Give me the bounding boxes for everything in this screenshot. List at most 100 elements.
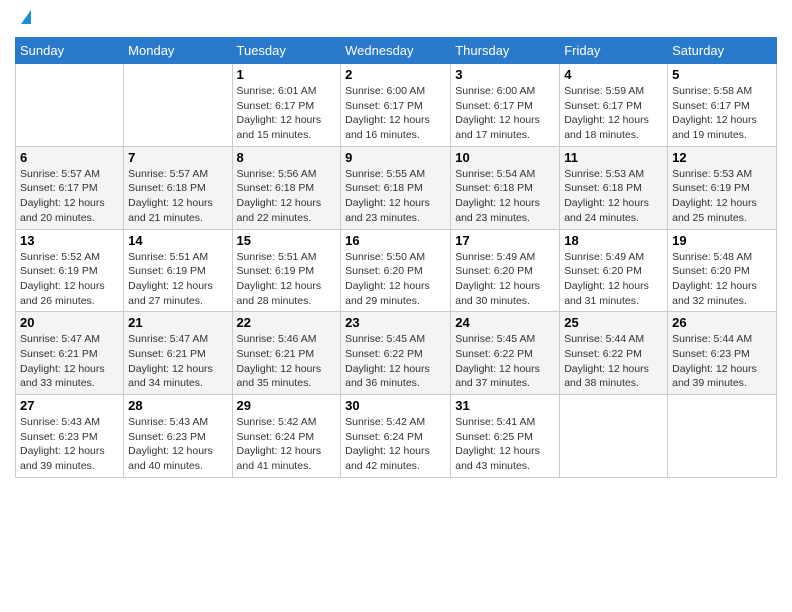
calendar-cell: 13 Sunrise: 5:52 AMSunset: 6:19 PMDayligh…: [16, 229, 124, 312]
day-number: 24: [455, 315, 555, 330]
header: [15, 10, 777, 29]
calendar-cell: 27 Sunrise: 5:43 AMSunset: 6:23 PMDayligh…: [16, 395, 124, 478]
header-row: SundayMondayTuesdayWednesdayThursdayFrid…: [16, 38, 777, 64]
day-info: Sunrise: 6:01 AMSunset: 6:17 PMDaylight:…: [237, 84, 337, 143]
day-info: Sunrise: 5:47 AMSunset: 6:21 PMDaylight:…: [128, 332, 227, 391]
calendar-cell: 21 Sunrise: 5:47 AMSunset: 6:21 PMDayligh…: [124, 312, 232, 395]
day-number: 3: [455, 67, 555, 82]
calendar-cell: 2Sunrise: 6:00 AMSunset: 6:17 PMDaylight…: [341, 64, 451, 147]
day-info: Sunrise: 5:46 AMSunset: 6:21 PMDaylight:…: [237, 332, 337, 391]
day-info: Sunrise: 5:48 AMSunset: 6:20 PMDaylight:…: [672, 250, 772, 309]
day-info: Sunrise: 6:00 AMSunset: 6:17 PMDaylight:…: [455, 84, 555, 143]
calendar-cell: 3 Sunrise: 6:00 AMSunset: 6:17 PMDaylight…: [451, 64, 560, 147]
calendar-cell: 1Sunrise: 6:01 AMSunset: 6:17 PMDaylight…: [232, 64, 341, 147]
week-row-3: 13 Sunrise: 5:52 AMSunset: 6:19 PMDayligh…: [16, 229, 777, 312]
day-info: Sunrise: 5:47 AMSunset: 6:21 PMDaylight:…: [20, 332, 119, 391]
day-info: Sunrise: 5:51 AMSunset: 6:19 PMDaylight:…: [128, 250, 227, 309]
calendar-table: SundayMondayTuesdayWednesdayThursdayFrid…: [15, 37, 777, 478]
day-number: 30: [345, 398, 446, 413]
day-number: 8: [237, 150, 337, 165]
calendar-cell: 9 Sunrise: 5:55 AMSunset: 6:18 PMDaylight…: [341, 146, 451, 229]
day-info: Sunrise: 5:58 AMSunset: 6:17 PMDaylight:…: [672, 84, 772, 143]
day-header-saturday: Saturday: [668, 38, 777, 64]
day-number: 6: [20, 150, 119, 165]
day-header-monday: Monday: [124, 38, 232, 64]
day-number: 11: [564, 150, 663, 165]
day-number: 19: [672, 233, 772, 248]
week-row-2: 6 Sunrise: 5:57 AMSunset: 6:17 PMDaylight…: [16, 146, 777, 229]
week-row-5: 27 Sunrise: 5:43 AMSunset: 6:23 PMDayligh…: [16, 395, 777, 478]
day-number: 5: [672, 67, 772, 82]
calendar-cell: 12Sunrise: 5:53 AMSunset: 6:19 PMDayligh…: [668, 146, 777, 229]
calendar-cell: 29 Sunrise: 5:42 AMSunset: 6:24 PMDayligh…: [232, 395, 341, 478]
calendar-cell: 6 Sunrise: 5:57 AMSunset: 6:17 PMDaylight…: [16, 146, 124, 229]
calendar-cell: 18 Sunrise: 5:49 AMSunset: 6:20 PMDayligh…: [560, 229, 668, 312]
day-number: 27: [20, 398, 119, 413]
day-number: 7: [128, 150, 227, 165]
day-number: 23: [345, 315, 446, 330]
calendar-cell: 8 Sunrise: 5:56 AMSunset: 6:18 PMDaylight…: [232, 146, 341, 229]
calendar-cell: 5 Sunrise: 5:58 AMSunset: 6:17 PMDaylight…: [668, 64, 777, 147]
logo: [15, 10, 35, 29]
day-info: Sunrise: 5:56 AMSunset: 6:18 PMDaylight:…: [237, 167, 337, 226]
day-number: 4: [564, 67, 663, 82]
day-info: Sunrise: 5:43 AMSunset: 6:23 PMDaylight:…: [20, 415, 119, 474]
calendar-cell: 20 Sunrise: 5:47 AMSunset: 6:21 PMDayligh…: [16, 312, 124, 395]
day-info: Sunrise: 5:43 AMSunset: 6:23 PMDaylight:…: [128, 415, 227, 474]
calendar-cell: [124, 64, 232, 147]
calendar-cell: 14 Sunrise: 5:51 AMSunset: 6:19 PMDayligh…: [124, 229, 232, 312]
calendar-cell: 17 Sunrise: 5:49 AMSunset: 6:20 PMDayligh…: [451, 229, 560, 312]
day-info: Sunrise: 5:42 AMSunset: 6:24 PMDaylight:…: [345, 415, 446, 474]
calendar-cell: 10Sunrise: 5:54 AMSunset: 6:18 PMDayligh…: [451, 146, 560, 229]
day-info: Sunrise: 5:57 AMSunset: 6:18 PMDaylight:…: [128, 167, 227, 226]
day-number: 12: [672, 150, 772, 165]
day-number: 18: [564, 233, 663, 248]
day-info: Sunrise: 5:57 AMSunset: 6:17 PMDaylight:…: [20, 167, 119, 226]
calendar-cell: 31 Sunrise: 5:41 AMSunset: 6:25 PMDayligh…: [451, 395, 560, 478]
day-number: 14: [128, 233, 227, 248]
day-number: 28: [128, 398, 227, 413]
day-number: 10: [455, 150, 555, 165]
day-info: Sunrise: 5:55 AMSunset: 6:18 PMDaylight:…: [345, 167, 446, 226]
day-info: Sunrise: 5:45 AMSunset: 6:22 PMDaylight:…: [455, 332, 555, 391]
day-number: 22: [237, 315, 337, 330]
calendar-cell: 30 Sunrise: 5:42 AMSunset: 6:24 PMDayligh…: [341, 395, 451, 478]
day-number: 20: [20, 315, 119, 330]
day-info: Sunrise: 5:59 AMSunset: 6:17 PMDaylight:…: [564, 84, 663, 143]
calendar-cell: 23Sunrise: 5:45 AMSunset: 6:22 PMDayligh…: [341, 312, 451, 395]
week-row-1: 1Sunrise: 6:01 AMSunset: 6:17 PMDaylight…: [16, 64, 777, 147]
day-number: 15: [237, 233, 337, 248]
day-number: 16: [345, 233, 446, 248]
calendar-cell: 4 Sunrise: 5:59 AMSunset: 6:17 PMDaylight…: [560, 64, 668, 147]
day-number: 9: [345, 150, 446, 165]
day-info: Sunrise: 5:49 AMSunset: 6:20 PMDaylight:…: [455, 250, 555, 309]
day-number: 21: [128, 315, 227, 330]
calendar-cell: 26 Sunrise: 5:44 AMSunset: 6:23 PMDayligh…: [668, 312, 777, 395]
day-number: 29: [237, 398, 337, 413]
day-number: 26: [672, 315, 772, 330]
day-header-sunday: Sunday: [16, 38, 124, 64]
calendar-cell: 16 Sunrise: 5:50 AMSunset: 6:20 PMDayligh…: [341, 229, 451, 312]
day-number: 25: [564, 315, 663, 330]
day-info: Sunrise: 5:44 AMSunset: 6:23 PMDaylight:…: [672, 332, 772, 391]
day-number: 13: [20, 233, 119, 248]
calendar-cell: 19 Sunrise: 5:48 AMSunset: 6:20 PMDayligh…: [668, 229, 777, 312]
day-header-thursday: Thursday: [451, 38, 560, 64]
week-row-4: 20 Sunrise: 5:47 AMSunset: 6:21 PMDayligh…: [16, 312, 777, 395]
day-info: Sunrise: 5:42 AMSunset: 6:24 PMDaylight:…: [237, 415, 337, 474]
day-info: Sunrise: 6:00 AMSunset: 6:17 PMDaylight:…: [345, 84, 446, 143]
day-number: 31: [455, 398, 555, 413]
day-header-wednesday: Wednesday: [341, 38, 451, 64]
day-info: Sunrise: 5:49 AMSunset: 6:20 PMDaylight:…: [564, 250, 663, 309]
calendar-cell: 24 Sunrise: 5:45 AMSunset: 6:22 PMDayligh…: [451, 312, 560, 395]
day-header-tuesday: Tuesday: [232, 38, 341, 64]
calendar-cell: [16, 64, 124, 147]
calendar-cell: 15Sunrise: 5:51 AMSunset: 6:19 PMDayligh…: [232, 229, 341, 312]
calendar-page: SundayMondayTuesdayWednesdayThursdayFrid…: [0, 0, 792, 612]
day-info: Sunrise: 5:50 AMSunset: 6:20 PMDaylight:…: [345, 250, 446, 309]
day-info: Sunrise: 5:52 AMSunset: 6:19 PMDaylight:…: [20, 250, 119, 309]
day-info: Sunrise: 5:44 AMSunset: 6:22 PMDaylight:…: [564, 332, 663, 391]
day-info: Sunrise: 5:41 AMSunset: 6:25 PMDaylight:…: [455, 415, 555, 474]
day-number: 17: [455, 233, 555, 248]
calendar-cell: 28 Sunrise: 5:43 AMSunset: 6:23 PMDayligh…: [124, 395, 232, 478]
